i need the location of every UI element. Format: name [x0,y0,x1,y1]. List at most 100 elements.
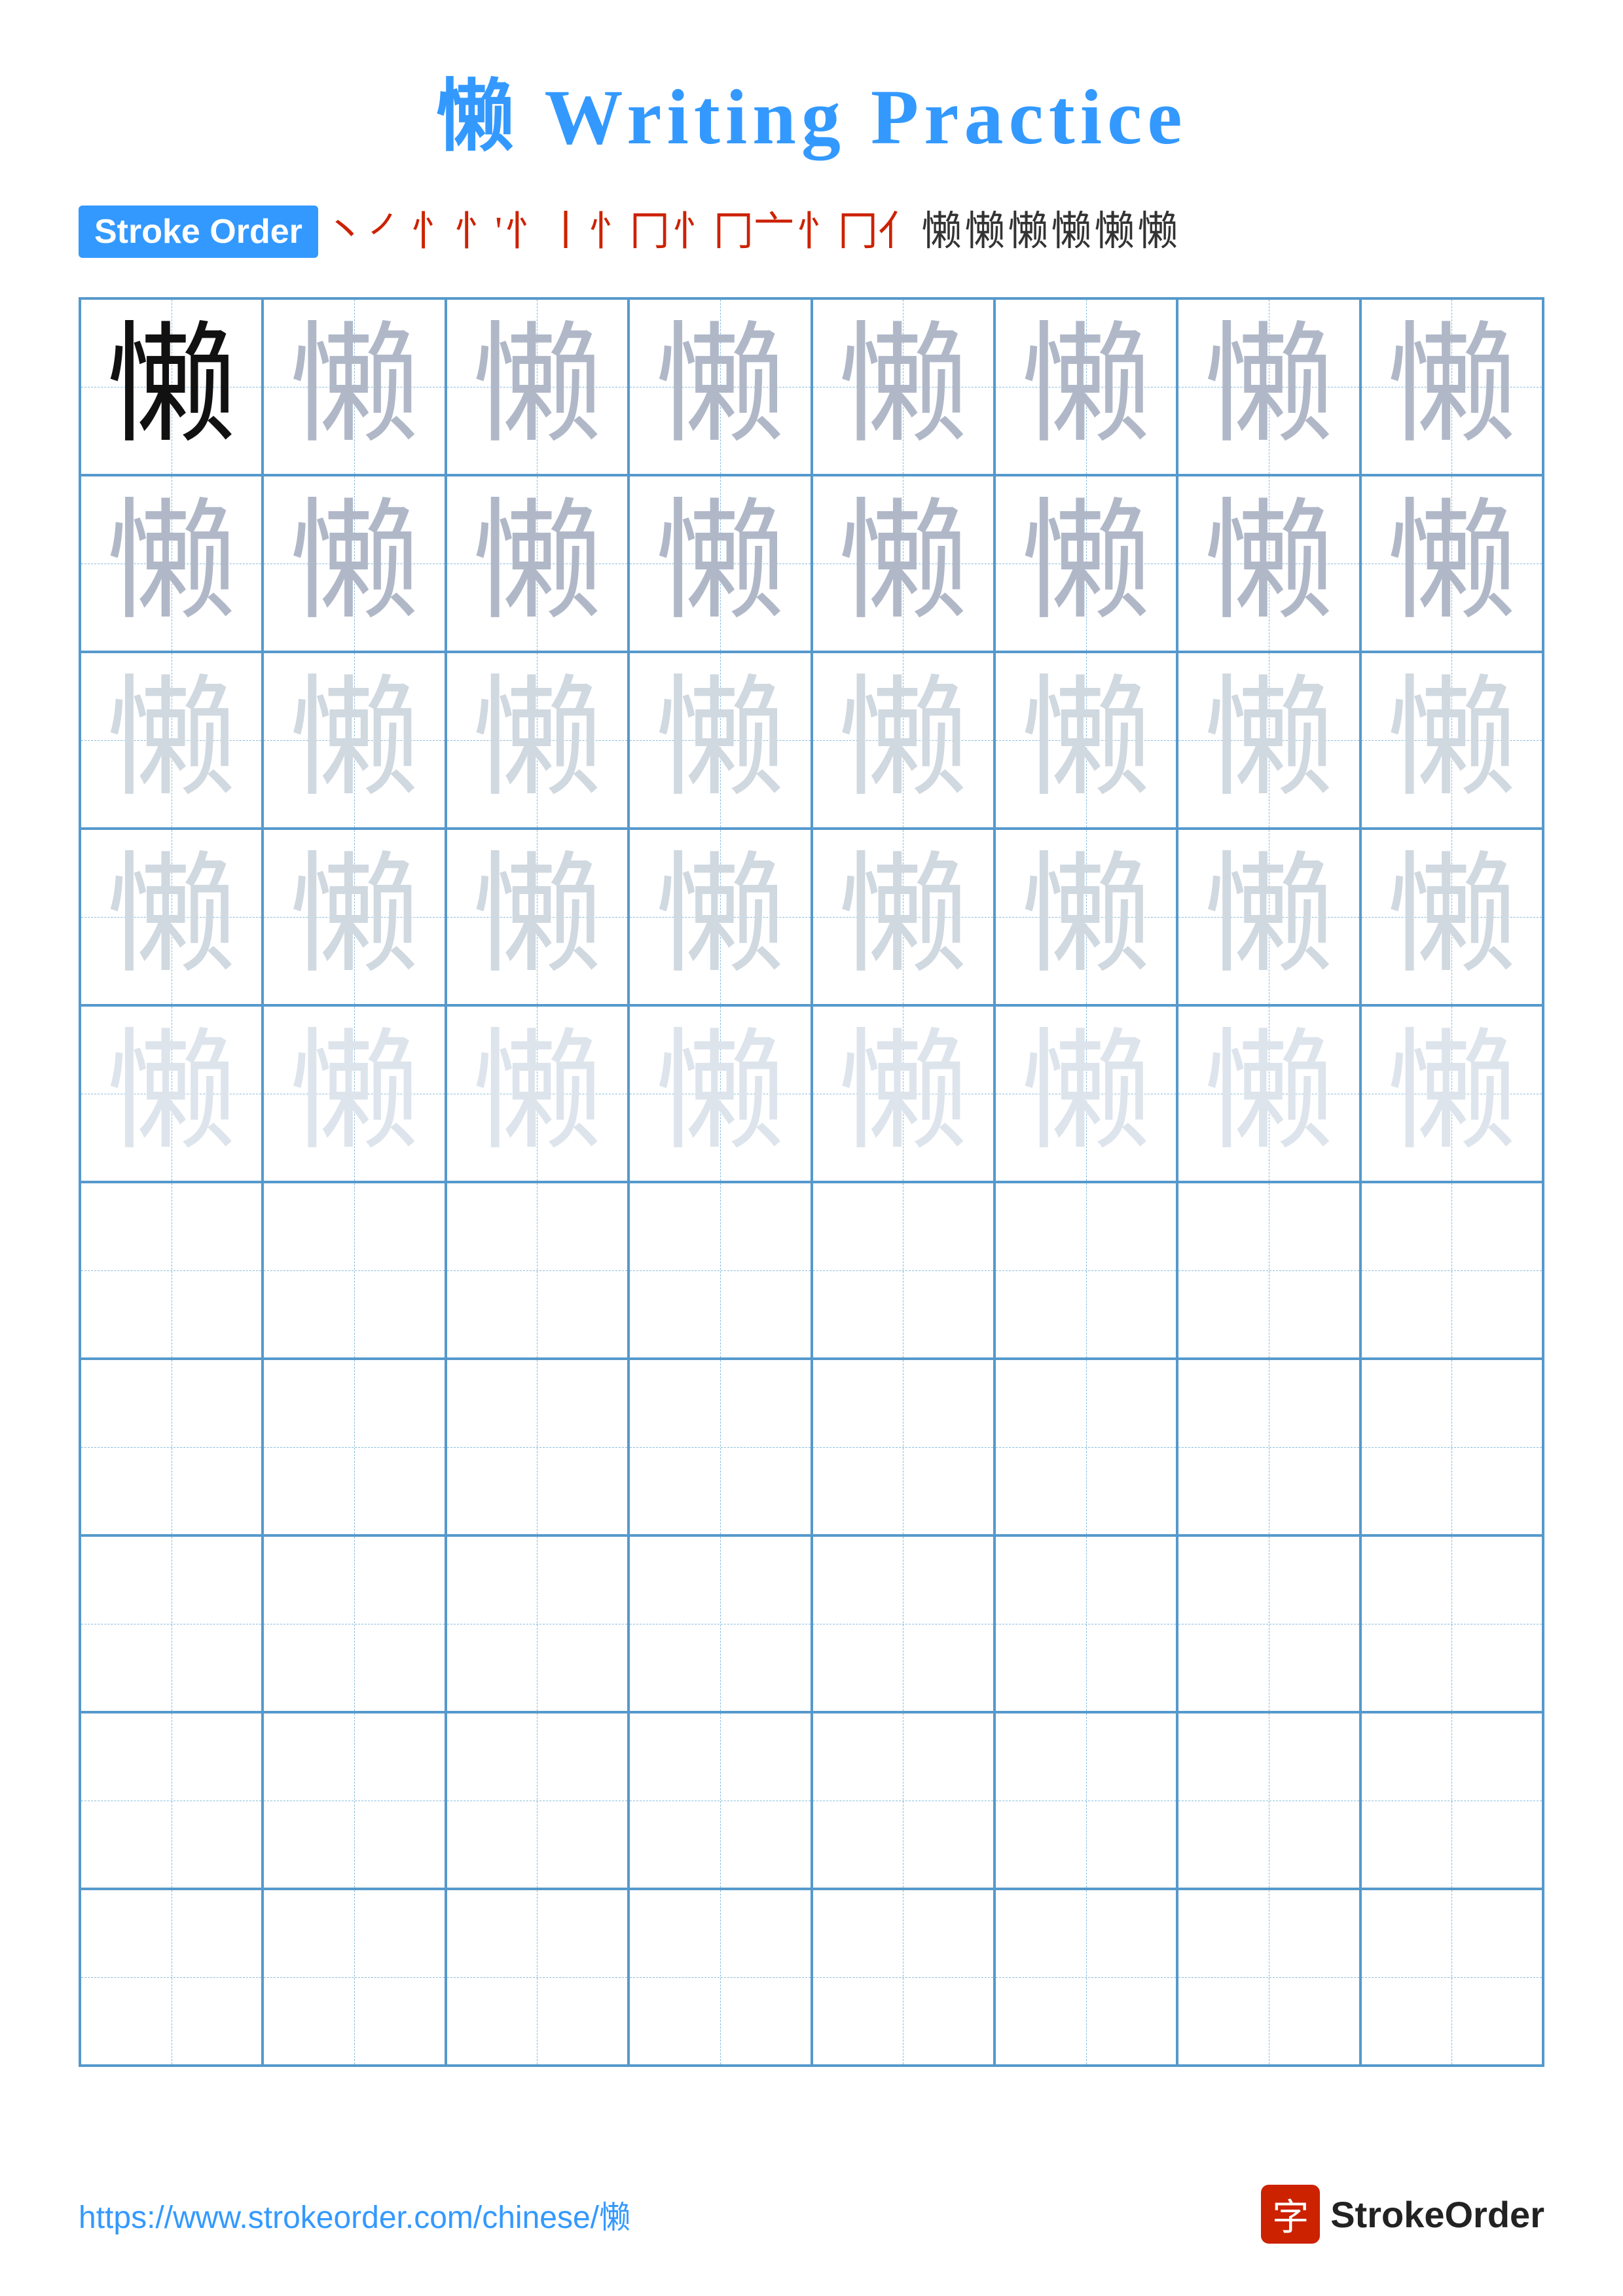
grid-cell-10-6[interactable] [994,1889,1177,2066]
cell-char: 懒 [1386,498,1517,629]
grid-cell-7-8[interactable] [1360,1359,1543,1535]
grid-cell-6-6[interactable] [994,1182,1177,1359]
grid-cell-8-3[interactable] [446,1535,629,1712]
grid-cell-7-4[interactable] [629,1359,811,1535]
grid-cell-5-5[interactable]: 懒 [812,1005,994,1182]
grid-cell-8-7[interactable] [1177,1535,1360,1712]
grid-cell-4-1[interactable]: 懒 [80,829,263,1005]
grid-cell-4-7[interactable]: 懒 [1177,829,1360,1005]
grid-cell-5-6[interactable]: 懒 [994,1005,1177,1182]
grid-cell-2-4[interactable]: 懒 [629,475,811,652]
grid-cell-4-3[interactable]: 懒 [446,829,629,1005]
grid-cell-5-3[interactable]: 懒 [446,1005,629,1182]
grid-cell-3-7[interactable]: 懒 [1177,652,1360,829]
practice-grid: 懒 懒 懒 懒 懒 懒 懒 懒 懒 懒 懒 懒 懒 懒 懒 懒 懒 懒 懒 懒 … [79,297,1544,2067]
grid-cell-7-7[interactable] [1177,1359,1360,1535]
cell-char: 懒 [1021,852,1152,982]
grid-cell-7-5[interactable] [812,1359,994,1535]
stroke-1: 丶 [325,209,365,254]
grid-cell-6-5[interactable] [812,1182,994,1359]
grid-cell-10-1[interactable] [80,1889,263,2066]
cell-char: 懒 [1021,675,1152,806]
grid-cell-10-2[interactable] [263,1889,445,2066]
grid-cell-6-4[interactable] [629,1182,811,1359]
stroke-5: 忄丨 [505,209,586,254]
grid-cell-4-6[interactable]: 懒 [994,829,1177,1005]
cell-char: 懒 [106,852,237,982]
grid-cell-1-6[interactable]: 懒 [994,298,1177,475]
grid-cell-2-3[interactable]: 懒 [446,475,629,652]
grid-cell-7-3[interactable] [446,1359,629,1535]
grid-cell-5-7[interactable]: 懒 [1177,1005,1360,1182]
stroke-6: 忄冂 [589,209,670,254]
grid-cell-8-2[interactable] [263,1535,445,1712]
grid-cell-3-8[interactable]: 懒 [1360,652,1543,829]
grid-cell-7-1[interactable] [80,1359,263,1535]
grid-cell-9-8[interactable] [1360,1712,1543,1889]
grid-cell-8-5[interactable] [812,1535,994,1712]
grid-cell-7-2[interactable] [263,1359,445,1535]
grid-cell-3-1[interactable]: 懒 [80,652,263,829]
grid-cell-10-5[interactable] [812,1889,994,2066]
grid-cell-4-2[interactable]: 懒 [263,829,445,1005]
grid-cell-3-4[interactable]: 懒 [629,652,811,829]
grid-cell-1-8[interactable]: 懒 [1360,298,1543,475]
cell-char: 懒 [471,675,602,806]
grid-cell-3-3[interactable]: 懒 [446,652,629,829]
grid-cell-1-5[interactable]: 懒 [812,298,994,475]
grid-cell-9-5[interactable] [812,1712,994,1889]
grid-cell-10-4[interactable] [629,1889,811,2066]
grid-cell-5-1[interactable]: 懒 [80,1005,263,1182]
grid-cell-6-2[interactable] [263,1182,445,1359]
grid-cell-4-8[interactable]: 懒 [1360,829,1543,1005]
grid-cell-3-6[interactable]: 懒 [994,652,1177,829]
grid-cell-5-2[interactable]: 懒 [263,1005,445,1182]
grid-cell-9-1[interactable] [80,1712,263,1889]
stroke-full-3: 懒 [1137,209,1178,254]
grid-cell-5-8[interactable]: 懒 [1360,1005,1543,1182]
grid-cell-2-8[interactable]: 懒 [1360,475,1543,652]
grid-cell-1-4[interactable]: 懒 [629,298,811,475]
grid-cell-1-7[interactable]: 懒 [1177,298,1360,475]
grid-cell-2-1[interactable]: 懒 [80,475,263,652]
grid-row-4: 懒 懒 懒 懒 懒 懒 懒 懒 [80,829,1543,1005]
footer-logo-text: StrokeOrder [1330,2193,1544,2236]
grid-cell-9-2[interactable] [263,1712,445,1889]
cell-char: 懒 [106,1028,237,1159]
grid-cell-5-4[interactable]: 懒 [629,1005,811,1182]
grid-cell-6-3[interactable] [446,1182,629,1359]
grid-cell-6-8[interactable] [1360,1182,1543,1359]
cell-char: 懒 [1203,852,1334,982]
grid-cell-9-4[interactable] [629,1712,811,1889]
grid-cell-7-6[interactable] [994,1359,1177,1535]
cell-char: 懒 [106,498,237,629]
grid-cell-1-3[interactable]: 懒 [446,298,629,475]
grid-cell-9-3[interactable] [446,1712,629,1889]
grid-cell-9-7[interactable] [1177,1712,1360,1889]
grid-row-10 [80,1889,1543,2066]
grid-cell-6-1[interactable] [80,1182,263,1359]
grid-cell-3-2[interactable]: 懒 [263,652,445,829]
grid-cell-2-2[interactable]: 懒 [263,475,445,652]
grid-cell-8-8[interactable] [1360,1535,1543,1712]
grid-cell-3-5[interactable]: 懒 [812,652,994,829]
grid-cell-2-7[interactable]: 懒 [1177,475,1360,652]
grid-cell-8-4[interactable] [629,1535,811,1712]
grid-cell-4-4[interactable]: 懒 [629,829,811,1005]
footer-url[interactable]: https://www.strokeorder.com/chinese/懒 [79,2191,630,2237]
grid-cell-10-7[interactable] [1177,1889,1360,2066]
grid-cell-2-6[interactable]: 懒 [994,475,1177,652]
grid-cell-9-6[interactable] [994,1712,1177,1889]
grid-cell-10-8[interactable] [1360,1889,1543,2066]
grid-cell-2-5[interactable]: 懒 [812,475,994,652]
cell-char: 懒 [1203,675,1334,806]
grid-cell-8-6[interactable] [994,1535,1177,1712]
grid-cell-1-2[interactable]: 懒 [263,298,445,475]
stroke-order-chars: 丶 ㇒ 忄 忄' 忄丨 忄冂 忄冂亠 忄冂亻 懒 懒 懒 懒 懒 懒 [325,209,1178,254]
grid-cell-8-1[interactable] [80,1535,263,1712]
grid-cell-6-7[interactable] [1177,1182,1360,1359]
grid-cell-4-5[interactable]: 懒 [812,829,994,1005]
cell-char: 懒 [1021,1028,1152,1159]
grid-cell-10-3[interactable] [446,1889,629,2066]
grid-cell-1-1[interactable]: 懒 [80,298,263,475]
